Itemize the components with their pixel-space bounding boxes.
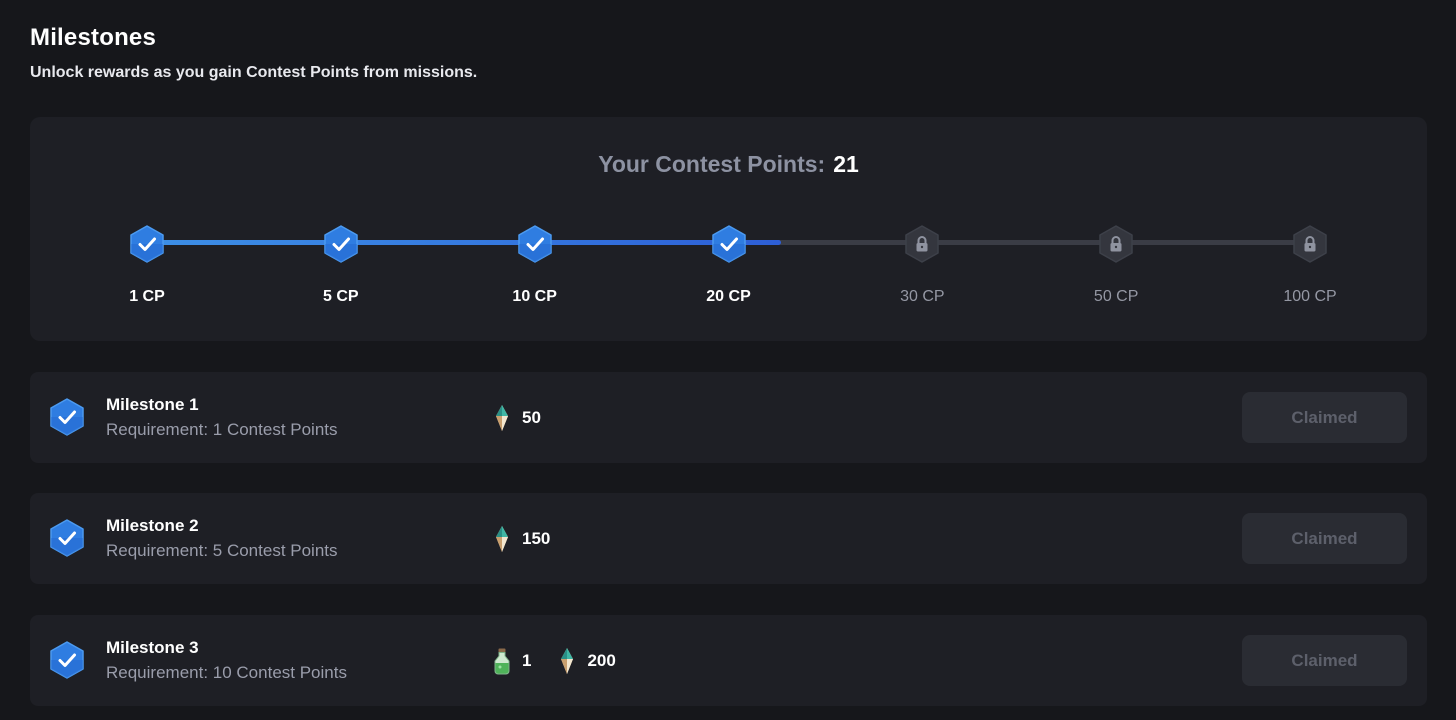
reward-list: 150 — [492, 493, 576, 584]
check-icon — [321, 224, 361, 264]
milestone-node-label: 20 CP — [706, 288, 751, 305]
reward-list: 50 — [492, 372, 567, 463]
lock-icon — [902, 224, 942, 264]
reward-amount: 1 — [522, 650, 532, 670]
check-icon — [47, 397, 87, 437]
potion-icon — [492, 647, 522, 675]
milestone-row-2: Milestone 2 Requirement: 5 Contest Point… — [30, 493, 1427, 584]
check-icon — [47, 518, 87, 558]
milestone-name: Milestone 1 — [106, 395, 199, 414]
milestone-node-label: 50 CP — [1093, 288, 1139, 305]
claimed-button[interactable]: Claimed — [1242, 392, 1407, 443]
reward-item: 50 — [492, 404, 541, 432]
milestone-name: Milestone 3 — [106, 638, 199, 657]
check-icon — [47, 640, 87, 680]
claimed-button[interactable]: Claimed — [1242, 513, 1407, 564]
reward-amount: 50 — [522, 407, 541, 427]
reward-item: 200 — [557, 647, 616, 675]
milestone-requirement: Requirement: 1 Contest Points — [106, 420, 338, 439]
reward-item: 1 — [492, 647, 531, 675]
gem-icon — [492, 404, 522, 432]
milestones-page: Milestones Unlock rewards as you gain Co… — [0, 0, 1456, 720]
lock-icon — [1096, 224, 1136, 264]
check-icon — [127, 224, 167, 264]
reward-amount: 150 — [522, 528, 551, 548]
contest-points-heading: Your Contest Points: 21 — [30, 151, 1427, 178]
lock-icon — [1290, 224, 1330, 264]
milestone-requirement: Requirement: 5 Contest Points — [106, 541, 338, 560]
milestone-node-label: 1 CP — [129, 288, 165, 305]
check-icon — [515, 224, 555, 264]
milestone-node-label: 30 CP — [900, 288, 945, 305]
page-title: Milestones — [30, 24, 157, 51]
reward-item: 150 — [492, 525, 550, 553]
contest-points-label: Your Contest Points: — [598, 151, 826, 177]
reward-amount: 200 — [587, 650, 616, 670]
check-icon — [709, 224, 749, 264]
milestone-row-3: Milestone 3 Requirement: 10 Contest Poin… — [30, 615, 1427, 706]
milestone-requirement: Requirement: 10 Contest Points — [106, 663, 347, 682]
milestone-row-1: Milestone 1 Requirement: 1 Contest Point… — [30, 372, 1427, 463]
milestone-node-label: 100 CP — [1283, 288, 1337, 305]
claimed-button[interactable]: Claimed — [1242, 635, 1407, 686]
page-subtitle: Unlock rewards as you gain Contest Point… — [30, 64, 478, 81]
milestone-node-label: 5 CP — [323, 288, 359, 305]
milestone-node-label: 10 CP — [512, 288, 557, 305]
gem-icon — [492, 525, 522, 553]
reward-list: 1 200 — [492, 615, 642, 706]
contest-points-value: 21 — [833, 151, 859, 177]
milestone-name: Milestone 2 — [106, 516, 199, 535]
progress-fill — [147, 240, 781, 245]
contest-points-card: Your Contest Points: 21 1 CP 5 CP 10 CP 20 C… — [30, 117, 1427, 341]
gem-icon — [557, 647, 587, 675]
